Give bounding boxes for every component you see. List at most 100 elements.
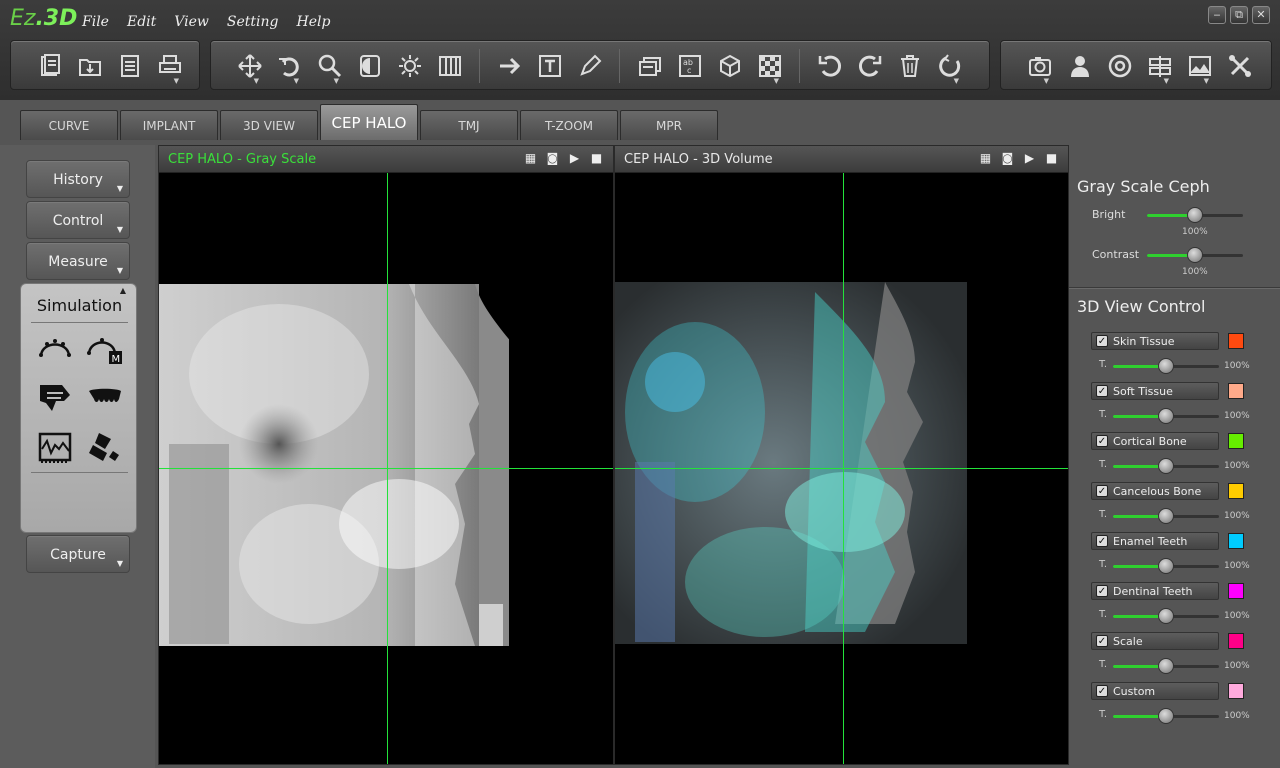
transparency-slider[interactable] bbox=[1113, 608, 1219, 624]
teeth-row-icon[interactable] bbox=[85, 378, 125, 418]
layer-toggle-dentinal-teeth[interactable]: ✓ Dentinal Teeth bbox=[1091, 582, 1219, 600]
redo-icon[interactable] bbox=[853, 49, 887, 83]
tab-implant[interactable]: IMPLANT bbox=[120, 110, 218, 140]
arch-curve-icon[interactable] bbox=[35, 328, 75, 368]
slider-knob[interactable] bbox=[1158, 558, 1174, 574]
checkbox[interactable]: ✓ bbox=[1096, 535, 1108, 547]
slider-knob[interactable] bbox=[1187, 207, 1203, 223]
columns-icon[interactable] bbox=[433, 49, 467, 83]
color-swatch[interactable] bbox=[1228, 533, 1244, 549]
layout-icon[interactable]: ▦ bbox=[979, 152, 992, 165]
slider-knob[interactable] bbox=[1158, 358, 1174, 374]
minimize-button[interactable]: ‒ bbox=[1208, 6, 1226, 24]
snapshot-icon[interactable]: ◙ bbox=[1001, 152, 1014, 165]
capture-button[interactable]: Capture ▼ bbox=[26, 535, 130, 573]
transparency-slider[interactable] bbox=[1113, 458, 1219, 474]
tab-curve[interactable]: CURVE bbox=[20, 110, 118, 140]
trash-icon[interactable] bbox=[893, 49, 927, 83]
transparency-slider[interactable] bbox=[1113, 508, 1219, 524]
menu-view[interactable]: View bbox=[174, 14, 209, 30]
slider-knob[interactable] bbox=[1158, 608, 1174, 624]
contrast-slider[interactable] bbox=[1147, 247, 1243, 263]
menu-file[interactable]: File bbox=[82, 14, 109, 30]
menu-edit[interactable]: Edit bbox=[127, 14, 156, 30]
color-swatch[interactable] bbox=[1228, 633, 1244, 649]
person-icon[interactable] bbox=[1063, 49, 1097, 83]
zoom-icon[interactable]: ▼ bbox=[313, 49, 347, 85]
viewport-gray-scale[interactable]: CEP HALO - Gray Scale ▦ ◙ ▶ ■ bbox=[158, 145, 614, 765]
crosshair-horizontal[interactable] bbox=[159, 468, 613, 469]
color-swatch[interactable] bbox=[1228, 333, 1244, 349]
layer-toggle-skin-tissue[interactable]: ✓ Skin Tissue bbox=[1091, 332, 1219, 350]
collapse-icon[interactable]: ▲ bbox=[120, 286, 126, 295]
pen-icon[interactable] bbox=[573, 49, 607, 83]
splint-tool-icon[interactable] bbox=[85, 428, 125, 468]
layout-icon[interactable]: ▦ bbox=[524, 152, 537, 165]
tab-mpr[interactable]: MPR bbox=[620, 110, 718, 140]
tab-cep-halo[interactable]: CEP HALO bbox=[320, 104, 418, 140]
tools-icon[interactable] bbox=[1223, 49, 1257, 83]
open-folder-icon[interactable] bbox=[73, 49, 107, 83]
layer-toggle-scale[interactable]: ✓ Scale bbox=[1091, 632, 1219, 650]
control-button[interactable]: Control ▼ bbox=[26, 201, 130, 239]
crosshair-horizontal[interactable] bbox=[615, 468, 1068, 469]
cube-icon[interactable] bbox=[713, 49, 747, 83]
layer-toggle-soft-tissue[interactable]: ✓ Soft Tissue bbox=[1091, 382, 1219, 400]
checkbox[interactable]: ✓ bbox=[1096, 435, 1108, 447]
menu-setting[interactable]: Setting bbox=[227, 14, 279, 30]
tab-3d-view[interactable]: 3D VIEW bbox=[220, 110, 318, 140]
transparency-slider[interactable] bbox=[1113, 708, 1219, 724]
tab-tmj[interactable]: TMJ bbox=[420, 110, 518, 140]
slider-knob[interactable] bbox=[1158, 408, 1174, 424]
transparency-slider[interactable] bbox=[1113, 558, 1219, 574]
layer-toggle-enamel-teeth[interactable]: ✓ Enamel Teeth bbox=[1091, 532, 1219, 550]
rotate-icon[interactable]: ▼ bbox=[273, 49, 307, 85]
new-document-icon[interactable] bbox=[33, 49, 67, 83]
tooth-profile-icon[interactable] bbox=[35, 378, 75, 418]
checker-icon[interactable]: ▼ bbox=[753, 49, 787, 85]
checkbox[interactable]: ✓ bbox=[1096, 685, 1108, 697]
close-button[interactable]: ✕ bbox=[1252, 6, 1270, 24]
slider-knob[interactable] bbox=[1158, 708, 1174, 724]
menu-help[interactable]: Help bbox=[296, 14, 330, 30]
checkbox[interactable]: ✓ bbox=[1096, 585, 1108, 597]
arrow-icon[interactable] bbox=[493, 49, 527, 83]
print-icon[interactable]: ▼ bbox=[153, 49, 187, 85]
compare-icon[interactable]: ▼ bbox=[1143, 49, 1177, 85]
disc-icon[interactable] bbox=[1103, 49, 1137, 83]
slider-knob[interactable] bbox=[1158, 658, 1174, 674]
image-icon[interactable]: ▼ bbox=[1183, 49, 1217, 85]
waveform-icon[interactable] bbox=[35, 428, 75, 468]
play-icon[interactable]: ▶ bbox=[568, 152, 581, 165]
reset-icon[interactable]: ▼ bbox=[933, 49, 967, 85]
maximize-icon[interactable]: ■ bbox=[590, 152, 603, 165]
transparency-slider[interactable] bbox=[1113, 358, 1219, 374]
transparency-slider[interactable] bbox=[1113, 408, 1219, 424]
layer-toggle-cortical-bone[interactable]: ✓ Cortical Bone bbox=[1091, 432, 1219, 450]
color-swatch[interactable] bbox=[1228, 383, 1244, 399]
color-swatch[interactable] bbox=[1228, 433, 1244, 449]
color-swatch[interactable] bbox=[1228, 583, 1244, 599]
camera-icon[interactable]: ▼ bbox=[1023, 49, 1057, 85]
maximize-icon[interactable]: ■ bbox=[1045, 152, 1058, 165]
layer-toggle-custom[interactable]: ✓ Custom bbox=[1091, 682, 1219, 700]
contrast-icon[interactable] bbox=[353, 49, 387, 83]
checkbox[interactable]: ✓ bbox=[1096, 335, 1108, 347]
color-swatch[interactable] bbox=[1228, 483, 1244, 499]
restore-button[interactable]: ⧉ bbox=[1230, 6, 1248, 24]
text-icon[interactable] bbox=[533, 49, 567, 83]
history-button[interactable]: History ▼ bbox=[26, 160, 130, 198]
tab-t-zoom[interactable]: T-ZOOM bbox=[520, 110, 618, 140]
transparency-slider[interactable] bbox=[1113, 658, 1219, 674]
viewport-3d-volume[interactable]: CEP HALO - 3D Volume ▦ ◙ ▶ ■ bbox=[614, 145, 1069, 765]
undo-icon[interactable] bbox=[813, 49, 847, 83]
checkbox[interactable]: ✓ bbox=[1096, 635, 1108, 647]
slider-knob[interactable] bbox=[1158, 458, 1174, 474]
arch-curve-m-icon[interactable]: M bbox=[85, 328, 125, 368]
save-icon[interactable] bbox=[113, 49, 147, 83]
color-swatch[interactable] bbox=[1228, 683, 1244, 699]
slider-knob[interactable] bbox=[1187, 247, 1203, 263]
bright-slider[interactable] bbox=[1147, 207, 1243, 223]
brightness-icon[interactable] bbox=[393, 49, 427, 83]
abc-icon[interactable]: ab c bbox=[673, 49, 707, 83]
